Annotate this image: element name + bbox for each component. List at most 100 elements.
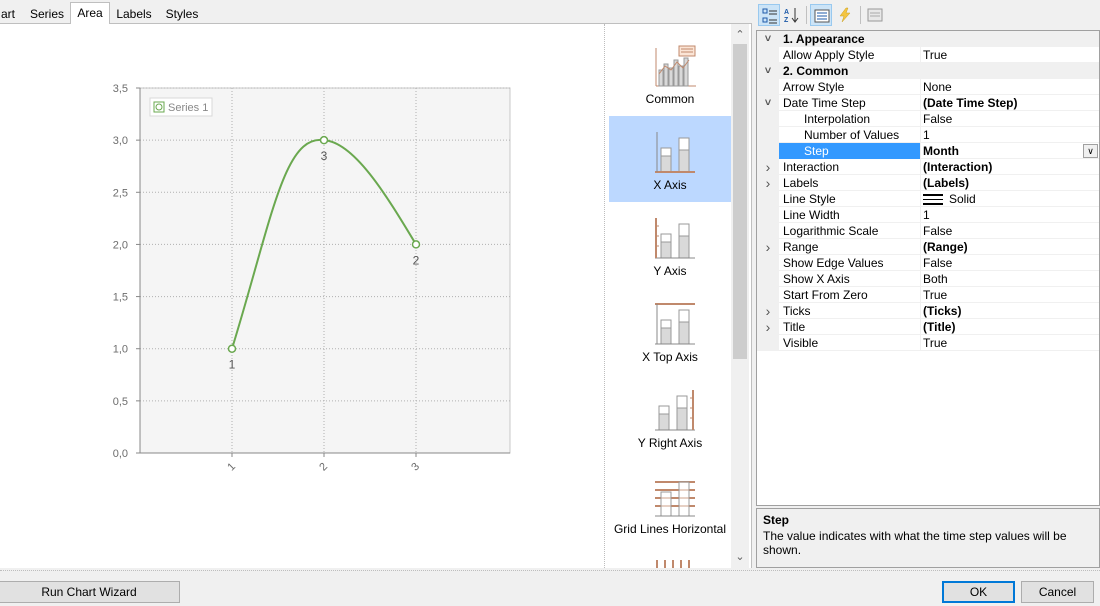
- property-row[interactable]: › Labels (Labels): [757, 175, 1099, 191]
- property-name: Visible: [783, 336, 819, 350]
- column-separator: [920, 207, 921, 223]
- gallery-item-x-top-axis[interactable]: X Top Axis: [609, 288, 731, 374]
- property-list: ˅ 1. Appearance Allow Apply Style True ˅ 2. C…: [756, 30, 1100, 506]
- categorized-button[interactable]: [758, 4, 780, 26]
- cancel-button[interactable]: Cancel: [1021, 581, 1094, 603]
- svg-text:A: A: [784, 9, 789, 16]
- y-tick-label: 3,0: [113, 135, 128, 147]
- property-value[interactable]: (Date Time Step): [923, 96, 1017, 110]
- property-row[interactable]: Line Style Solid: [757, 191, 1099, 207]
- events-button[interactable]: [834, 4, 856, 26]
- expand-icon[interactable]: ›: [761, 303, 775, 319]
- property-row[interactable]: Allow Apply Style True: [757, 47, 1099, 63]
- collapse-icon[interactable]: ˅: [761, 31, 775, 47]
- data-label: 3: [321, 149, 328, 163]
- gallery-item-partial[interactable]: [609, 546, 731, 568]
- gallery-item-common[interactable]: Common: [609, 30, 731, 116]
- tab-styles[interactable]: Styles: [160, 4, 204, 24]
- properties-button[interactable]: [810, 4, 832, 26]
- property-value[interactable]: True: [923, 48, 947, 62]
- scroll-up-icon[interactable]: ⌃: [731, 26, 749, 44]
- scroll-down-icon[interactable]: ⌄: [731, 548, 749, 566]
- property-value[interactable]: False: [923, 112, 952, 126]
- property-value[interactable]: False: [923, 256, 952, 270]
- tab-chart[interactable]: art: [0, 4, 20, 24]
- column-separator: [920, 191, 921, 207]
- gallery-item-grid-lines-horizontal[interactable]: Grid Lines Horizontal: [609, 460, 731, 546]
- x-tick-label: 1: [225, 461, 238, 474]
- property-row[interactable]: Interpolation False: [757, 111, 1099, 127]
- property-value[interactable]: 1: [923, 128, 930, 142]
- property-category[interactable]: ˅ 2. Common: [757, 63, 1099, 79]
- property-row[interactable]: › Interaction (Interaction): [757, 159, 1099, 175]
- gallery-item-y-right-axis[interactable]: Y Right Axis: [609, 374, 731, 460]
- line-chart: 0,0 0,5 1,0 1,5 2,0 2,5 3,0 3,5 1 2 3 1 3 2 Series 1: [113, 83, 511, 474]
- gallery-item-y-axis[interactable]: Y Axis: [609, 202, 731, 288]
- property-category[interactable]: ˅ 1. Appearance: [757, 31, 1099, 47]
- property-value[interactable]: True: [923, 336, 947, 350]
- property-value[interactable]: False: [923, 224, 952, 238]
- tab-content: 0,0 0,5 1,0 1,5 2,0 2,5 3,0 3,5 1 2 3 1 3 2 Series 1: [0, 24, 752, 568]
- property-row[interactable]: Arrow Style None: [757, 79, 1099, 95]
- tab-series[interactable]: Series: [26, 4, 68, 24]
- ok-button[interactable]: OK: [942, 581, 1015, 603]
- property-pages-button[interactable]: [864, 4, 886, 26]
- column-separator: [920, 159, 921, 175]
- column-separator: [920, 95, 921, 111]
- property-value[interactable]: (Ticks): [923, 304, 961, 318]
- tab-labels[interactable]: Labels: [112, 4, 156, 24]
- column-separator: [920, 175, 921, 191]
- scrollbar-thumb[interactable]: [733, 44, 747, 359]
- property-name: Logarithmic Scale: [783, 224, 879, 238]
- help-title: Step: [763, 513, 790, 527]
- property-value[interactable]: Both: [923, 272, 948, 286]
- property-value[interactable]: Month: [923, 144, 959, 158]
- row-margin: [757, 111, 779, 127]
- property-row[interactable]: Show X Axis Both: [757, 271, 1099, 287]
- run-chart-wizard-button[interactable]: Run Chart Wizard: [0, 581, 180, 603]
- dropdown-arrow-icon[interactable]: ∨: [1083, 144, 1098, 158]
- property-value[interactable]: (Labels): [923, 176, 969, 190]
- collapse-icon[interactable]: ˅: [761, 95, 775, 111]
- property-row[interactable]: › Ticks (Ticks): [757, 303, 1099, 319]
- property-row[interactable]: Line Width 1: [757, 207, 1099, 223]
- data-point: [319, 135, 329, 145]
- gallery-item-x-axis[interactable]: X Axis: [609, 116, 731, 202]
- property-name: Step: [804, 144, 829, 158]
- property-row[interactable]: › Title (Title): [757, 319, 1099, 335]
- y-tick-label: 1,0: [113, 344, 128, 356]
- property-row[interactable]: › Range (Range): [757, 239, 1099, 255]
- expand-icon[interactable]: ›: [761, 159, 775, 175]
- collapse-icon[interactable]: ˅: [761, 63, 775, 79]
- property-value[interactable]: Solid: [923, 192, 976, 206]
- property-name: Show Edge Values: [783, 256, 884, 270]
- property-value[interactable]: (Range): [923, 240, 968, 254]
- gallery-label: Grid Lines Horizontal: [613, 522, 727, 536]
- property-name: Arrow Style: [783, 80, 845, 94]
- property-row[interactable]: Visible True: [757, 335, 1099, 351]
- expand-icon[interactable]: ›: [761, 319, 775, 335]
- property-row[interactable]: Logarithmic Scale False: [757, 223, 1099, 239]
- property-name: Number of Values: [804, 128, 900, 142]
- alphabetical-button[interactable]: A Z: [781, 4, 803, 26]
- property-row[interactable]: Number of Values 1: [757, 127, 1099, 143]
- legend-label: Series 1: [168, 102, 208, 114]
- property-row[interactable]: Step Month ∨: [757, 143, 1099, 159]
- property-value[interactable]: None: [923, 80, 952, 94]
- property-row[interactable]: Start From Zero True: [757, 287, 1099, 303]
- column-separator: [920, 79, 921, 95]
- property-row[interactable]: Show Edge Values False: [757, 255, 1099, 271]
- gallery-scrollbar[interactable]: ⌃ ⌄: [731, 24, 749, 568]
- property-value[interactable]: (Title): [923, 320, 955, 334]
- expand-icon[interactable]: ›: [761, 239, 775, 255]
- property-value[interactable]: (Interaction): [923, 160, 992, 174]
- property-value[interactable]: 1: [923, 208, 930, 222]
- chart-preview: 0,0 0,5 1,0 1,5 2,0 2,5 3,0 3,5 1 2 3 1 3 2 Series 1: [0, 24, 604, 568]
- tab-area[interactable]: Area: [70, 2, 110, 25]
- property-row[interactable]: ˅ Date Time Step (Date Time Step): [757, 95, 1099, 111]
- expand-icon[interactable]: ›: [761, 175, 775, 191]
- property-value[interactable]: True: [923, 288, 947, 302]
- property-name: Range: [783, 240, 819, 254]
- property-name: Interaction: [783, 160, 840, 174]
- property-name: Show X Axis: [783, 272, 850, 286]
